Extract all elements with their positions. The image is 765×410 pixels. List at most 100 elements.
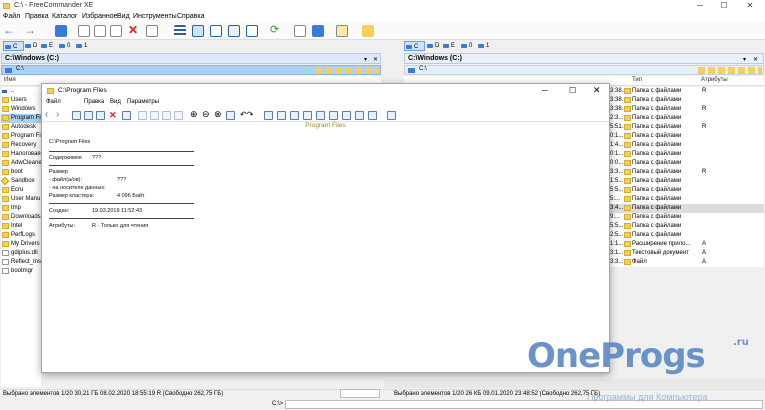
- dialog-menu-view[interactable]: Вид: [110, 99, 121, 105]
- dialog-tool-2-icon[interactable]: [84, 111, 93, 120]
- menu-tools[interactable]: Инструменты: [133, 13, 177, 20]
- menu-edit[interactable]: Правка: [25, 13, 49, 20]
- dialog-tool-15-icon[interactable]: [342, 111, 351, 120]
- table-row[interactable]: 3:1... Текстовый документ A: [610, 249, 764, 258]
- list-item[interactable]: Recovery: [1, 141, 41, 150]
- table-row[interactable]: 5:51... Папка с файлами R: [610, 123, 764, 132]
- dialog-tool-4-icon[interactable]: [122, 111, 131, 120]
- left-col-name[interactable]: Имя: [4, 77, 16, 83]
- left-drive-e[interactable]: E: [40, 41, 56, 51]
- list-item[interactable]: AdwCleane: [1, 159, 42, 168]
- right-scrollbar[interactable]: [384, 379, 765, 388]
- dialog-tool-5-icon[interactable]: [138, 111, 147, 120]
- dialog-tool-8-icon[interactable]: [174, 111, 183, 120]
- left-filter-dropdown[interactable]: [340, 389, 380, 398]
- left-quick-folders-icon[interactable]: [315, 67, 379, 74]
- list-view-icon[interactable]: [192, 25, 204, 37]
- list-item[interactable]: Windows: [1, 105, 41, 114]
- table-row[interactable]: 3:38... Папка с файлами: [610, 96, 764, 105]
- list-item[interactable]: Налоговая: [1, 150, 41, 159]
- left-drive-d[interactable]: D: [24, 41, 40, 51]
- right-col-type[interactable]: Тип: [632, 77, 642, 83]
- list-item[interactable]: boot: [1, 168, 41, 177]
- filter-icon[interactable]: [294, 25, 306, 37]
- right-quick-folders-icon[interactable]: [698, 67, 762, 74]
- left-tab-menu-icon[interactable]: ▾: [364, 56, 367, 63]
- list-item[interactable]: Reflect_Ins: [1, 258, 41, 267]
- right-drive-0[interactable]: 0: [460, 41, 474, 51]
- right-tab-path[interactable]: C:\Windows (C:): [408, 55, 462, 62]
- list-item[interactable]: Sandbox: [0, 176, 41, 186]
- dialog-tool-7-icon[interactable]: [162, 111, 171, 120]
- menu-view[interactable]: Вид: [117, 13, 130, 20]
- table-row[interactable]: 1:4... Папка с файлами: [610, 141, 764, 150]
- dialog-tool-6-icon[interactable]: [150, 111, 159, 120]
- right-drive-1[interactable]: 1: [477, 41, 491, 51]
- table-row[interactable]: 3:3... Файл A: [610, 258, 764, 267]
- table-row[interactable]: 5:... Папка с файлами: [610, 195, 764, 204]
- refresh-icon[interactable]: ⟳: [270, 25, 282, 37]
- dialog-back-icon[interactable]: ‹: [45, 109, 48, 120]
- table-row[interactable]: 2:5... Папка с файлами: [610, 231, 764, 240]
- list-item[interactable]: Autodesk: [1, 123, 41, 132]
- table-row[interactable]: 3:38... Папка с файлами R: [610, 87, 764, 96]
- menu-help[interactable]: Справка: [177, 13, 204, 20]
- dialog-tool-3-icon[interactable]: [96, 111, 105, 120]
- list-item[interactable]: My Drivers: [1, 240, 41, 249]
- list-item[interactable]: Downloads: [1, 213, 41, 222]
- list-item[interactable]: gdiplus.dll: [1, 249, 41, 258]
- table-row[interactable]: 2:3... Папка с файлами: [610, 114, 764, 123]
- details-view-icon[interactable]: [174, 25, 186, 37]
- properties-icon[interactable]: [146, 25, 158, 37]
- dialog-tool-10-icon[interactable]: [277, 111, 286, 120]
- dialog-tool-11-icon[interactable]: [290, 111, 299, 120]
- copy-icon[interactable]: [78, 25, 90, 37]
- dialog-tool-14-icon[interactable]: [329, 111, 338, 120]
- table-row[interactable]: 5:5... Папка с файлами: [610, 186, 764, 195]
- right-tab-close-icon[interactable]: ✕: [753, 56, 758, 63]
- left-current-path[interactable]: C:\: [16, 66, 24, 72]
- rotate-icon[interactable]: ↶↷: [240, 110, 253, 119]
- dialog-tool-18-icon[interactable]: [387, 111, 396, 120]
- dialog-tool-12-icon[interactable]: [303, 111, 312, 120]
- layout-icon[interactable]: [312, 25, 324, 37]
- table-row[interactable]: 5:5... Папка с файлами: [610, 222, 764, 231]
- move-icon[interactable]: [94, 25, 106, 37]
- right-tab-menu-icon[interactable]: ▾: [743, 56, 746, 63]
- dialog-minimize-button[interactable]: ─: [542, 86, 548, 95]
- list-item[interactable]: Program Fi: [1, 132, 41, 141]
- list-item-up[interactable]: ..: [1, 87, 41, 96]
- list-item[interactable]: Intel: [1, 222, 41, 231]
- list-item[interactable]: Ecru: [1, 186, 41, 195]
- dialog-tool-17-icon[interactable]: [368, 111, 377, 120]
- left-tab-close-icon[interactable]: ✕: [373, 56, 378, 63]
- table-row[interactable]: 0:0... Папка с файлами: [610, 159, 764, 168]
- zoom-out-icon[interactable]: ⊖: [202, 109, 210, 120]
- table-row[interactable]: 0:1... Папка с файлами: [610, 132, 764, 141]
- close-button[interactable]: ✕: [738, 0, 762, 12]
- left-drive-1[interactable]: 1: [75, 41, 89, 51]
- dialog-tool-16-icon[interactable]: [355, 111, 364, 120]
- dialog-tool-13-icon[interactable]: [316, 111, 325, 120]
- right-drive-c[interactable]: C: [404, 41, 425, 51]
- right-current-path[interactable]: C:\: [419, 66, 427, 72]
- dialog-close-button[interactable]: ✕: [593, 85, 601, 96]
- table-row[interactable]: 1:5... Папка с файлами: [610, 177, 764, 186]
- table-row[interactable]: 3:3... Папка с файлами R: [610, 168, 764, 177]
- fit-width-icon[interactable]: [226, 111, 235, 120]
- list-item[interactable]: User Manu: [1, 195, 41, 204]
- right-drive-e[interactable]: E: [442, 41, 458, 51]
- list-item[interactable]: bootmgr: [1, 267, 41, 276]
- table-row[interactable]: 9:... Папка с файлами: [610, 213, 764, 222]
- dialog-forward-icon[interactable]: ›: [56, 109, 59, 120]
- table-row[interactable]: 1:1... Расширение прило... A: [610, 240, 764, 249]
- forward-arrow-icon[interactable]: →: [24, 24, 36, 37]
- rename-icon[interactable]: [110, 25, 122, 37]
- back-arrow-icon[interactable]: ←: [3, 24, 15, 37]
- zoom-in-icon[interactable]: ⊕: [190, 109, 198, 120]
- maximize-button[interactable]: ☐: [712, 0, 736, 12]
- minimize-button[interactable]: ─: [688, 0, 712, 12]
- settings-icon[interactable]: [336, 25, 348, 37]
- table-row[interactable]: 3:4... Папка с файлами: [610, 204, 764, 213]
- delete-icon[interactable]: ✕: [128, 24, 140, 37]
